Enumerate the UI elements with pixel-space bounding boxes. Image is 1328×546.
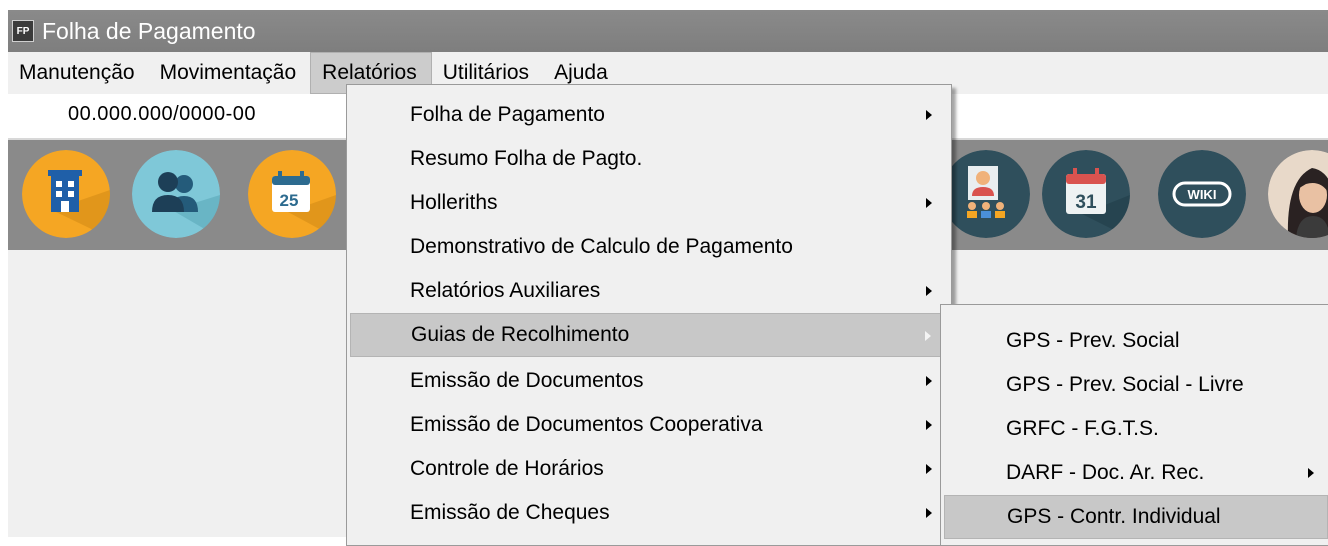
menu-manutencao[interactable]: Manutenção [8,52,149,94]
menu-item-label: GPS - Prev. Social [1006,329,1180,352]
submenu-item-gps-prev-social-livre[interactable]: GPS - Prev. Social - Livre [944,363,1328,407]
relatorios-menu: Folha de Pagamento Resumo Folha de Pagto… [346,84,952,546]
calendar-icon: 31 [1042,150,1130,238]
submenu-arrow-icon [926,464,932,474]
menu-item-emissao-documentos-cooperativa[interactable]: Emissão de Documentos Cooperativa [350,403,948,447]
employees-button[interactable] [942,150,1030,238]
building-button[interactable] [22,150,110,238]
menu-item-resumo-folha[interactable]: Resumo Folha de Pagto. [350,137,948,181]
menu-item-label: Emissão de Documentos [410,369,644,392]
calendar-31-button[interactable]: 31 [1042,150,1130,238]
menu-movimentacao[interactable]: Movimentação [149,52,311,94]
calendar-day-text: 25 [280,191,299,210]
menu-item-label: Emissão de Documentos Cooperativa [410,413,763,436]
title-bar[interactable]: FP Folha de Pagamento [8,10,1328,52]
menu-item-label: GPS - Prev. Social - Livre [1006,373,1244,396]
menu-item-holleriths[interactable]: Holleriths [350,181,948,225]
wiki-button[interactable]: WIKI [1158,150,1246,238]
menu-item-label: GRFC - F.G.T.S. [1006,417,1159,440]
menu-item-label: Guias de Recolhimento [411,323,630,346]
menu-item-emissao-cheques[interactable]: Emissão de Cheques [350,491,948,535]
calendar-25-button[interactable]: 25 [248,150,336,238]
submenu-arrow-icon [1308,468,1314,478]
wiki-icon: WIKI [1158,150,1246,238]
submenu-item-gps-contr-individual[interactable]: GPS - Contr. Individual [944,495,1328,539]
calendar-icon: 25 [248,150,336,238]
menu-item-label: Controle de Horários [410,457,604,480]
submenu-arrow-icon [926,110,932,120]
assistant-avatar-button[interactable] [1268,150,1328,238]
menu-item-emissao-documentos[interactable]: Emissão de Documentos [350,359,948,403]
submenu-arrow-icon [926,286,932,296]
menu-item-folha-de-pagamento[interactable]: Folha de Pagamento [350,93,948,137]
submenu-item-gps-prev-social[interactable]: GPS - Prev. Social [944,319,1328,363]
submenu-arrow-icon [926,508,932,518]
menu-item-demonstrativo-calculo[interactable]: Demonstrativo de Calculo de Pagamento [350,225,948,269]
menu-item-label: Folha de Pagamento [410,103,605,126]
building-icon [22,150,110,238]
menu-item-label: Emissão de Cheques [410,501,610,524]
menu-item-relatorios-auxiliares[interactable]: Relatórios Auxiliares [350,269,948,313]
submenu-arrow-icon [926,198,932,208]
calendar-day-text: 31 [1075,192,1097,213]
menu-item-label: Holleriths [410,191,498,214]
submenu-item-darf[interactable]: DARF - Doc. Ar. Rec. [944,451,1328,495]
users-button[interactable] [132,150,220,238]
menu-item-label: Resumo Folha de Pagto. [410,147,643,170]
submenu-arrow-icon [925,331,931,341]
menu-item-guias-de-recolhimento[interactable]: Guias de Recolhimento [350,313,948,357]
app-icon[interactable]: FP [12,20,34,42]
menu-item-controle-horarios[interactable]: Controle de Horários [350,447,948,491]
menu-item-label: GPS - Contr. Individual [1007,505,1221,528]
employees-icon [942,150,1030,238]
submenu-item-grfc-fgts[interactable]: GRFC - F.G.T.S. [944,407,1328,451]
users-icon [132,150,220,238]
window-title: Folha de Pagamento [42,17,256,44]
menu-item-label: Relatórios Auxiliares [410,279,601,302]
guias-submenu: GPS - Prev. Social GPS - Prev. Social - … [940,304,1328,546]
assistant-avatar-icon [1268,150,1328,238]
submenu-arrow-icon [926,376,932,386]
menu-item-label: Demonstrativo de Calculo de Pagamento [410,235,793,258]
menu-item-label: DARF - Doc. Ar. Rec. [1006,461,1205,484]
cnpj-label: 00.000.000/0000-00 [68,103,257,125]
wiki-text: WIKI [1188,187,1217,202]
submenu-arrow-icon [926,420,932,430]
